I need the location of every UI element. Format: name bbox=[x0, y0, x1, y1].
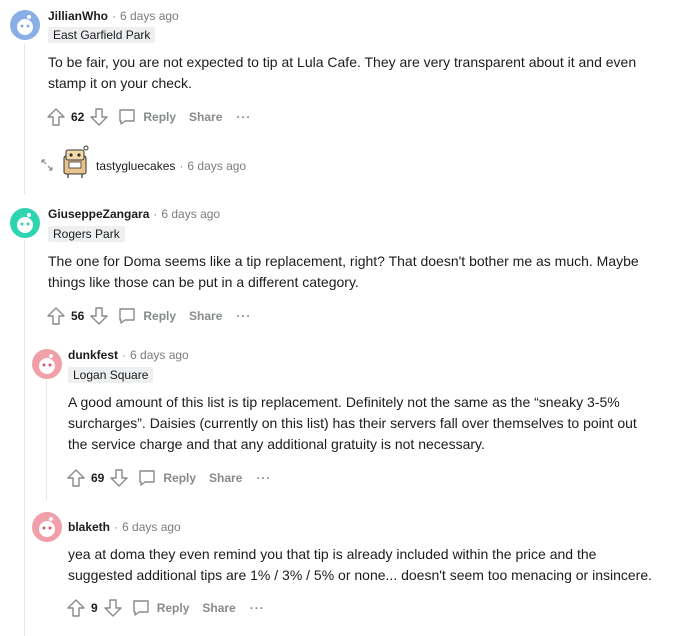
downvote-icon[interactable] bbox=[109, 468, 129, 488]
comment-actions: 56 Reply Share ··· bbox=[46, 305, 251, 327]
comment-meta: GiuseppeZangara · 6 days ago bbox=[48, 206, 220, 222]
share-button[interactable]: Share bbox=[202, 601, 235, 615]
username[interactable]: GiuseppeZangara bbox=[48, 207, 149, 221]
upvote-icon[interactable] bbox=[66, 598, 86, 618]
comment-text-line: The one for Doma seems like a tip replac… bbox=[48, 253, 639, 269]
comment-meta: dunkfest · 6 days ago bbox=[68, 347, 189, 363]
collapsed-meta: tastygluecakes · 6 days ago bbox=[96, 156, 246, 176]
comment-text-line: stamp it on your check. bbox=[48, 75, 192, 91]
more-options-icon[interactable]: ··· bbox=[236, 309, 251, 323]
reply-label: Reply bbox=[143, 110, 177, 124]
downvote-icon[interactable] bbox=[89, 107, 109, 127]
comment-text-line: A good amount of this list is tip replac… bbox=[68, 394, 620, 410]
user-flair: East Garfield Park bbox=[48, 27, 156, 43]
separator: · bbox=[153, 207, 158, 221]
vote-count: 62 bbox=[71, 110, 85, 124]
username[interactable]: dunkfest bbox=[68, 348, 118, 362]
comment-bubble-icon bbox=[137, 468, 157, 488]
more-options-icon[interactable]: ··· bbox=[250, 601, 265, 615]
comment-meta: JillianWho · 6 days ago bbox=[48, 8, 179, 24]
comment-bubble-icon bbox=[117, 107, 137, 127]
vote-count: 56 bbox=[71, 309, 85, 323]
comment-body: yea at doma they even remind you that ti… bbox=[68, 544, 688, 586]
separator: · bbox=[114, 520, 119, 534]
vote-count: 9 bbox=[91, 601, 98, 615]
comment-actions: 69 Reply Share ··· bbox=[66, 467, 271, 489]
comment-actions: 9 Reply Share ··· bbox=[66, 597, 265, 619]
user-flair: Logan Square bbox=[68, 367, 154, 383]
comment-body: A good amount of this list is tip replac… bbox=[68, 392, 688, 455]
upvote-icon[interactable] bbox=[46, 306, 66, 326]
reply-button[interactable]: Reply bbox=[117, 306, 176, 326]
comment-meta: blaketh · 6 days ago bbox=[68, 519, 181, 535]
share-button[interactable]: Share bbox=[189, 309, 222, 323]
reply-button[interactable]: Reply bbox=[131, 598, 190, 618]
comment-text-line: surcharges”. Daisies (currently on this … bbox=[68, 415, 637, 431]
downvote-icon[interactable] bbox=[89, 306, 109, 326]
downvote-icon[interactable] bbox=[103, 598, 123, 618]
avatar[interactable] bbox=[32, 349, 62, 379]
username[interactable]: blaketh bbox=[68, 520, 110, 534]
expand-arrows-icon[interactable] bbox=[40, 158, 54, 177]
avatar[interactable] bbox=[32, 512, 62, 542]
timestamp[interactable]: 6 days ago bbox=[120, 9, 179, 23]
reply-label: Reply bbox=[156, 601, 190, 615]
comment-text-line: things like those can be put in a differ… bbox=[48, 274, 359, 290]
comment-text-line: To be fair, you are not expected to tip … bbox=[48, 54, 637, 70]
comment-bubble-icon bbox=[131, 598, 151, 618]
thread-line[interactable] bbox=[24, 44, 25, 194]
avatar[interactable] bbox=[10, 208, 40, 238]
comment-body: The one for Doma seems like a tip replac… bbox=[48, 251, 688, 293]
user-flair: Rogers Park bbox=[48, 226, 125, 242]
comment-body: To be fair, you are not expected to tip … bbox=[48, 52, 688, 94]
separator: · bbox=[112, 9, 116, 23]
share-button[interactable]: Share bbox=[189, 110, 222, 124]
upvote-icon[interactable] bbox=[46, 107, 66, 127]
snoo-avatar-icon[interactable] bbox=[58, 142, 92, 185]
thread-line[interactable] bbox=[46, 380, 47, 500]
timestamp[interactable]: 6 days ago bbox=[130, 348, 189, 362]
more-options-icon[interactable]: ··· bbox=[256, 471, 271, 485]
more-options-icon[interactable]: ··· bbox=[236, 110, 251, 124]
vote-count: 69 bbox=[91, 471, 105, 485]
username[interactable]: tastygluecakes bbox=[96, 159, 175, 173]
reply-label: Reply bbox=[143, 309, 177, 323]
reply-button[interactable]: Reply bbox=[117, 107, 176, 127]
upvote-icon[interactable] bbox=[66, 468, 86, 488]
reply-button[interactable]: Reply bbox=[137, 468, 196, 488]
thread-line[interactable] bbox=[24, 240, 25, 636]
username[interactable]: JillianWho bbox=[48, 9, 108, 23]
comment-text-line: yea at doma they even remind you that ti… bbox=[68, 546, 597, 562]
comment-text-line: the service charge and that any addition… bbox=[68, 436, 485, 452]
avatar[interactable] bbox=[10, 10, 40, 40]
comment-actions: 62 Reply Share ··· bbox=[46, 106, 251, 128]
reply-label: Reply bbox=[163, 471, 197, 485]
timestamp[interactable]: 6 days ago bbox=[122, 520, 181, 534]
separator: · bbox=[179, 159, 184, 173]
timestamp[interactable]: 6 days ago bbox=[161, 207, 220, 221]
comment-bubble-icon bbox=[117, 306, 137, 326]
comment-text-line: suggested additional tips are 1% / 3% / … bbox=[68, 567, 653, 583]
share-button[interactable]: Share bbox=[209, 471, 242, 485]
separator: · bbox=[122, 348, 127, 362]
timestamp[interactable]: 6 days ago bbox=[187, 159, 246, 173]
